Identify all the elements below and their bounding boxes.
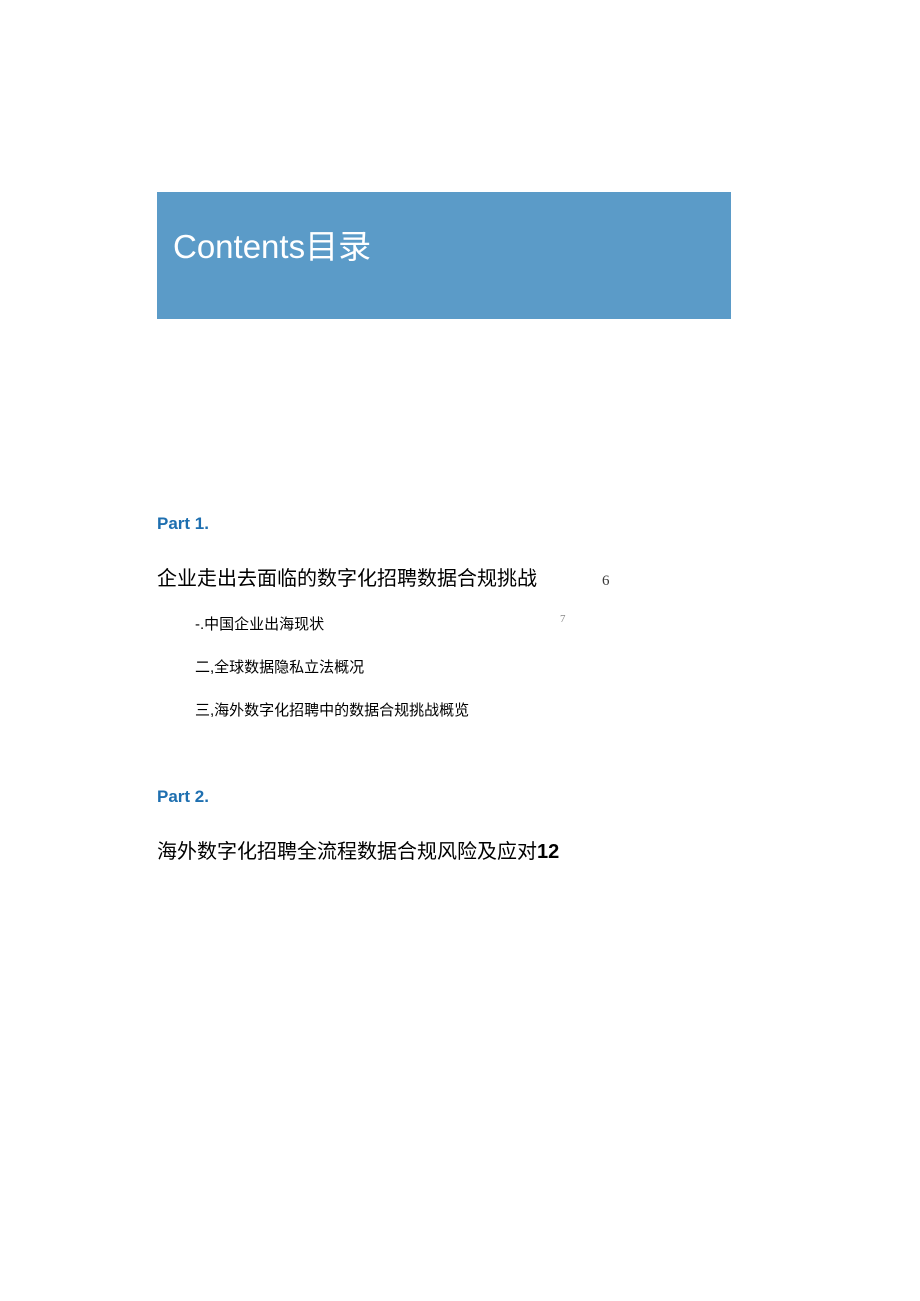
part1-item-1: -.中国企业出海现状 7 (157, 613, 731, 634)
part1-section: Part 1. 企业走出去面临的数字化招聘数据合规挑战 6 -.中国企业出海现状… (157, 514, 731, 742)
contents-header-block: Contents目录 (157, 192, 731, 319)
part1-label: Part 1. (157, 514, 731, 534)
part1-title-row: 企业走出去面临的数字化招聘数据合规挑战 6 (157, 562, 731, 591)
part2-title: 海外数字化招聘全流程数据合规风险及应对 (157, 841, 537, 863)
part1-item-2: 二,全球数据隐私立法概况 (157, 656, 731, 677)
part1-item-2-text: 二,全球数据隐私立法概况 (195, 656, 364, 677)
part2-page: 12 (537, 841, 559, 863)
contents-title: Contents目录 (173, 220, 371, 268)
part2-title-row: 海外数字化招聘全流程数据合规风险及应对12 (157, 835, 731, 864)
part2-section: Part 2. 海外数字化招聘全流程数据合规风险及应对12 (157, 787, 731, 864)
part1-title: 企业走出去面临的数字化招聘数据合规挑战 (157, 562, 537, 591)
part1-item-3: 三,海外数字化招聘中的数据合规挑战概览 (157, 699, 731, 720)
part1-page: 6 (602, 573, 610, 590)
part2-label: Part 2. (157, 787, 731, 807)
part1-item-3-text: 三,海外数字化招聘中的数据合规挑战概览 (195, 699, 469, 720)
part1-item-1-page: 7 (560, 613, 566, 625)
part1-item-1-text: -.中国企业出海现状 (195, 613, 324, 634)
